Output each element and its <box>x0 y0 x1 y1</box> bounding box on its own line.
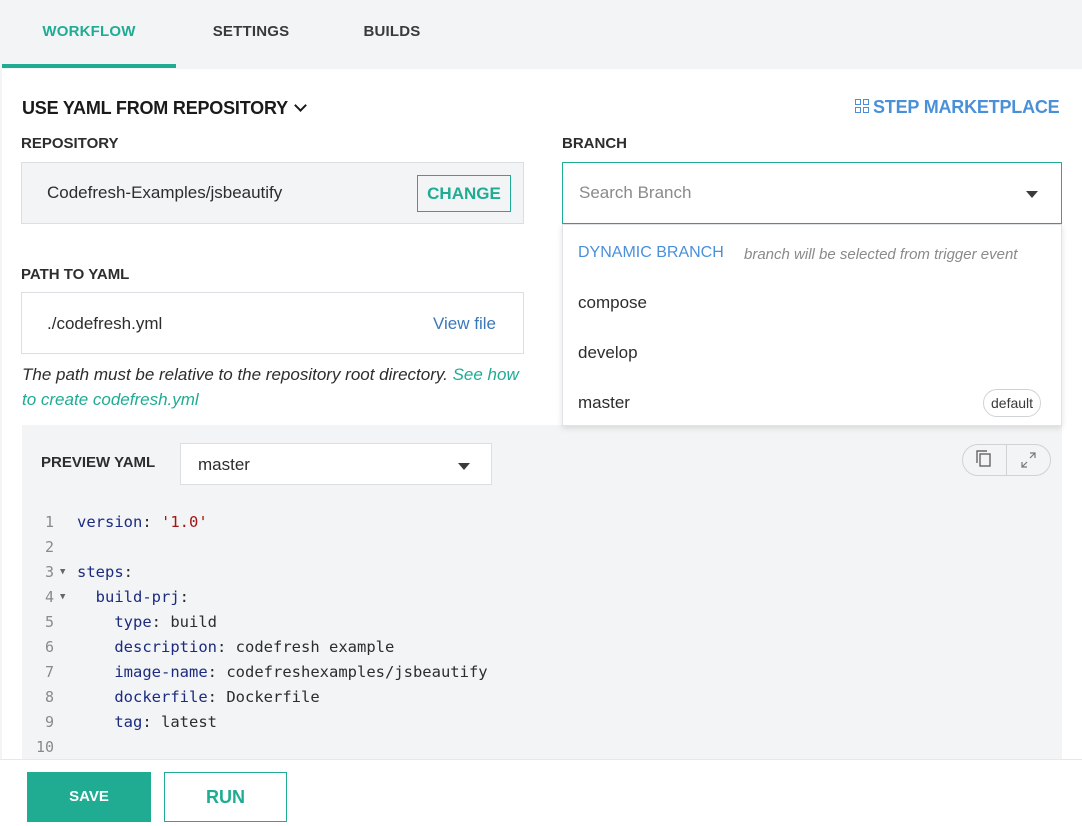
code-text: build-prj: <box>95 588 190 606</box>
code-line: 8 dockerfile: Dockerfile <box>22 685 1062 710</box>
yaml-value: build <box>170 613 218 631</box>
code-text: steps: <box>77 563 134 581</box>
code-text: type: build <box>114 613 218 631</box>
line-number: 5 <box>44 613 54 631</box>
preview-branch-select[interactable]: master <box>180 443 492 485</box>
code-text: image-name: codefreshexamples/jsbeautify <box>114 663 488 681</box>
preview-branch-value: master <box>198 455 250 474</box>
caret-down-icon <box>458 463 470 470</box>
repository-label: REPOSITORY <box>21 135 119 152</box>
code-text: description: codefresh example <box>114 638 395 656</box>
branch-label: BRANCH <box>562 135 627 152</box>
line-number: 9 <box>44 713 54 731</box>
top-tab-bar: WORKFLOW SETTINGS BUILDS <box>0 0 1082 68</box>
code-line: 5 type: build <box>22 610 1062 635</box>
yaml-key: steps <box>77 563 124 581</box>
preview-yaml-panel: PREVIEW YAML master 1 version: '1.0' 2 3 ▼ st… <box>22 425 1062 759</box>
code-line: 7 image-name: codefreshexamples/jsbeauti… <box>22 660 1062 685</box>
path-to-yaml-input[interactable] <box>47 312 407 336</box>
preview-yaml-label: PREVIEW YAML <box>41 454 156 471</box>
line-number: 10 <box>35 738 54 756</box>
path-to-yaml-field: View file <box>21 292 524 354</box>
yaml-value: '1.0' <box>161 513 208 531</box>
line-number: 7 <box>44 663 54 681</box>
tab-settings[interactable]: SETTINGS <box>176 0 326 68</box>
code-line: 6 description: codefresh example <box>22 635 1062 660</box>
yaml-key: tag <box>114 713 143 731</box>
yaml-key: type <box>114 613 152 631</box>
code-text: tag: latest <box>114 713 218 731</box>
step-marketplace-link[interactable]: STEP MARKETPLACE <box>855 97 1060 118</box>
branch-name: develop <box>578 343 638 362</box>
save-button[interactable]: SAVE <box>27 772 151 822</box>
yaml-value: codefresh example <box>235 638 395 656</box>
code-text: dockerfile: Dockerfile <box>114 688 320 706</box>
code-line: 4 ▼ build-prj: <box>22 585 1062 610</box>
yaml-source-dropdown[interactable]: USE YAML FROM REPOSITORY <box>22 98 307 119</box>
expand-button[interactable] <box>1007 445 1050 475</box>
repository-field: Codefresh-Examples/jsbeautify CHANGE <box>21 162 524 224</box>
branch-dropdown-menu: DYNAMIC BRANCH branch will be selected f… <box>562 224 1062 426</box>
yaml-key: build-prj <box>95 588 180 606</box>
chevron-down-icon <box>294 99 307 112</box>
line-number: 1 <box>44 513 54 531</box>
footer-bar: SAVE RUN <box>0 759 1082 826</box>
path-help-text: The path must be relative to the reposit… <box>22 362 522 412</box>
copy-icon <box>976 450 991 467</box>
copy-button[interactable] <box>963 445 1006 475</box>
yaml-key: dockerfile <box>114 688 208 706</box>
line-number: 8 <box>44 688 54 706</box>
dropdown-item-master[interactable]: master default <box>563 377 1061 427</box>
dropdown-item-compose[interactable]: compose <box>563 277 1061 327</box>
expand-icon <box>1021 452 1036 468</box>
code-line: 1 version: '1.0' <box>22 510 1062 535</box>
yaml-key: version <box>77 513 143 531</box>
fold-arrow-icon[interactable]: ▼ <box>60 585 65 610</box>
dynamic-branch-hint: branch will be selected from trigger eve… <box>744 246 1018 263</box>
caret-down-icon[interactable] <box>1026 191 1038 198</box>
path-to-yaml-label: PATH TO YAML <box>21 266 130 283</box>
grid-icon <box>855 99 869 114</box>
branch-search-field[interactable] <box>562 162 1062 224</box>
branch-search-input[interactable] <box>579 181 999 205</box>
yaml-value: codefreshexamples/jsbeautify <box>226 663 488 681</box>
branch-name: compose <box>578 293 647 312</box>
fold-arrow-icon[interactable]: ▼ <box>60 560 65 585</box>
yaml-value: Dockerfile <box>226 688 320 706</box>
line-number: 6 <box>44 638 54 656</box>
preview-actions <box>962 444 1051 476</box>
view-file-link[interactable]: View file <box>433 314 496 334</box>
line-number: 4 <box>44 588 54 606</box>
code-line: 2 <box>22 535 1062 560</box>
line-number: 2 <box>44 538 54 556</box>
code-line: 10 <box>22 735 1062 760</box>
dropdown-item-dynamic-branch[interactable]: DYNAMIC BRANCH branch will be selected f… <box>563 227 1061 277</box>
step-marketplace-label: STEP MARKETPLACE <box>873 97 1060 117</box>
dynamic-branch-label: DYNAMIC BRANCH <box>578 244 724 261</box>
repository-name: Codefresh-Examples/jsbeautify <box>47 183 283 202</box>
yaml-value: latest <box>161 713 218 731</box>
yaml-code-editor[interactable]: 1 version: '1.0' 2 3 ▼ steps: 4 ▼ build-prj: 5 t… <box>22 510 1062 760</box>
run-button[interactable]: RUN <box>164 772 287 822</box>
yaml-key: image-name <box>114 663 208 681</box>
code-line: 3 ▼ steps: <box>22 560 1062 585</box>
line-number: 3 <box>44 563 54 581</box>
branch-name: master <box>578 393 630 412</box>
default-badge: default <box>983 389 1042 417</box>
tab-builds[interactable]: BUILDS <box>326 0 458 68</box>
tab-workflow[interactable]: WORKFLOW <box>2 0 176 68</box>
yaml-source-label: USE YAML FROM REPOSITORY <box>22 98 288 118</box>
dropdown-item-develop[interactable]: develop <box>563 327 1061 377</box>
code-line: 9 tag: latest <box>22 710 1062 735</box>
code-text: version: '1.0' <box>77 513 208 531</box>
path-help-message: The path must be relative to the reposit… <box>22 365 448 384</box>
change-repository-button[interactable]: CHANGE <box>417 175 511 212</box>
yaml-key: description <box>114 638 217 656</box>
